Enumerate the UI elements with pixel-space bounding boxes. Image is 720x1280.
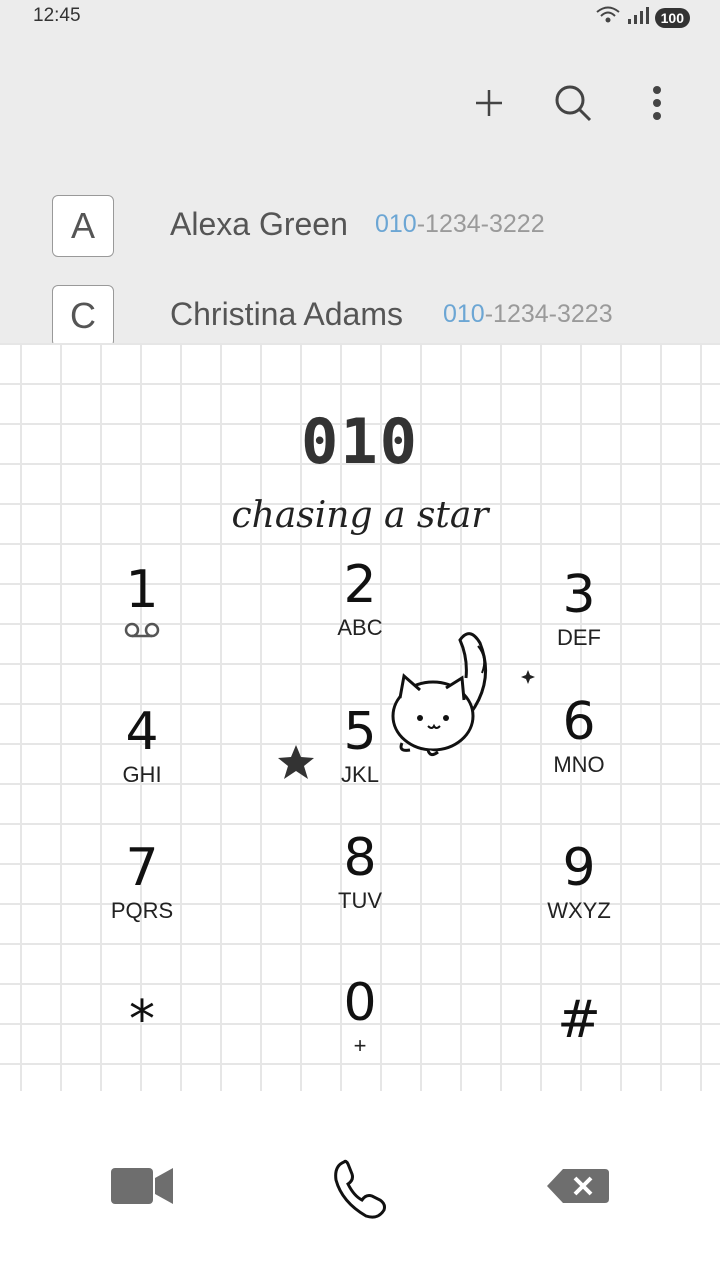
small-star-icon [521,670,535,689]
key-digit: 3 [562,565,596,625]
key-digit: 2 [343,555,377,615]
key-digit: 7 [125,838,159,898]
theme-tagline: chasing a star [231,495,489,536]
key-6[interactable]: 6 MNO [499,692,659,778]
battery-indicator: 100 [654,7,690,28]
key-digit: 6 [562,692,596,752]
key-digit: 0 [343,973,377,1033]
number-rest: -1234-3223 [484,300,613,328]
backspace-icon[interactable] [538,1146,618,1226]
contact-number: 010-1234-3222 [375,210,545,239]
key-letters: WXYZ [547,898,611,923]
phone-call-icon[interactable] [320,1149,400,1229]
wifi-icon [595,5,621,30]
search-icon[interactable] [550,80,596,126]
key-1[interactable]: 1 [62,560,222,646]
key-digit: # [557,990,601,1050]
number-prefix: 010 [443,300,485,328]
key-letters: MNO [553,752,605,777]
status-bar: 12:45 100 [0,0,720,36]
key-letters: GHI [122,762,162,787]
status-time: 12:45 [33,5,81,26]
contact-initial: A [52,195,114,257]
dialer-bottom-bar [0,1091,720,1280]
key-3[interactable]: 3 DEF [499,565,659,651]
key-7[interactable]: 7 PQRS [62,838,222,924]
contact-number: 010-1234-3223 [443,300,613,329]
key-hash[interactable]: # [499,990,659,1050]
signal-icon [627,5,649,30]
number-rest: -1234-3222 [416,210,545,238]
cat-illustration [388,628,500,768]
key-digit: 1 [125,560,159,620]
star-icon [276,743,316,786]
key-digit: * [129,990,155,1050]
key-letters: + [353,1033,367,1058]
key-8[interactable]: 8 TUV [280,828,440,914]
key-digit: 8 [343,828,377,888]
more-vert-icon[interactable] [634,80,680,126]
video-call-icon[interactable] [102,1146,182,1226]
contact-initial: C [52,285,114,347]
toolbar-actions [466,80,680,126]
status-icons: 100 [595,5,690,30]
contact-name: Christina Adams [170,296,403,332]
key-digit: 4 [125,702,159,762]
key-digit: 9 [562,838,596,898]
number-prefix: 010 [375,210,417,238]
key-letters: TUV [338,888,382,913]
key-letters: PQRS [110,898,174,923]
key-9[interactable]: 9 WXYZ [499,838,659,924]
dialed-number[interactable]: 010 [0,405,720,478]
contact-row[interactable]: A Alexa Green 010-1234-3222 [0,190,720,270]
contact-name: Alexa Green [170,206,348,242]
contacts-panel: 12:45 100 A Alexa Green 010-1234-3222 C … [0,0,720,347]
key-4[interactable]: 4 GHI [62,702,222,788]
key-star[interactable]: * [62,990,222,1050]
voicemail-icon [62,620,222,646]
key-letters: DEF [557,625,601,650]
key-0[interactable]: 0 + [280,973,440,1059]
plus-icon[interactable] [466,80,512,126]
